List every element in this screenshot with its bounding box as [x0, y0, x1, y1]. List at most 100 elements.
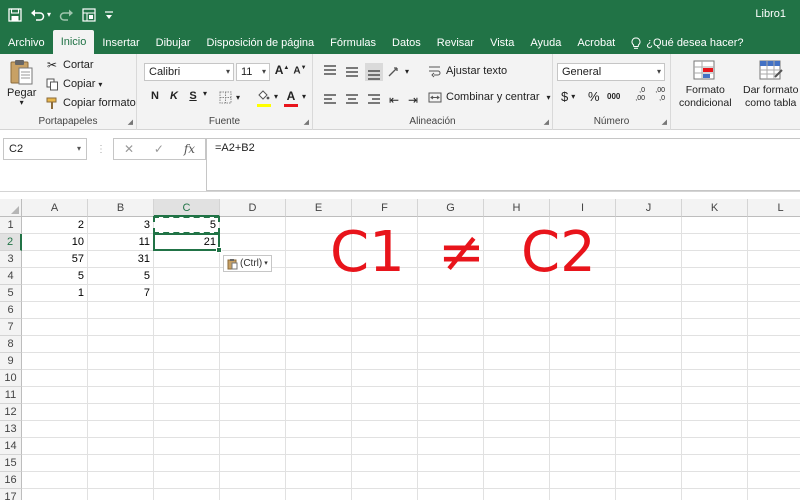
cell-b8[interactable]: [88, 336, 154, 353]
cell-c13[interactable]: [154, 421, 220, 438]
cell-g14[interactable]: [418, 438, 484, 455]
cell-a2[interactable]: 10: [22, 234, 88, 251]
cell-b14[interactable]: [88, 438, 154, 455]
cell-g5[interactable]: [418, 285, 484, 302]
copy-button[interactable]: Copiar ▾: [44, 76, 102, 92]
cell-l13[interactable]: [748, 421, 800, 438]
row-header-2[interactable]: 2: [0, 234, 22, 251]
column-header-h[interactable]: H: [484, 199, 550, 217]
cell-c3[interactable]: [154, 251, 220, 268]
cell-l8[interactable]: [748, 336, 800, 353]
cell-k1[interactable]: [682, 217, 748, 234]
cell-k11[interactable]: [682, 387, 748, 404]
cell-e16[interactable]: [286, 472, 352, 489]
cell-c5[interactable]: [154, 285, 220, 302]
tab-archivo[interactable]: Archivo: [0, 32, 53, 54]
cell-a5[interactable]: 1: [22, 285, 88, 302]
cell-a4[interactable]: 5: [22, 268, 88, 285]
cell-i6[interactable]: [550, 302, 616, 319]
column-header-g[interactable]: G: [418, 199, 484, 217]
cell-f6[interactable]: [352, 302, 418, 319]
cell-g12[interactable]: [418, 404, 484, 421]
cell-a11[interactable]: [22, 387, 88, 404]
cell-c17[interactable]: [154, 489, 220, 500]
cell-h10[interactable]: [484, 370, 550, 387]
cell-h9[interactable]: [484, 353, 550, 370]
cell-h8[interactable]: [484, 336, 550, 353]
decrease-font-button[interactable]: A▼: [292, 65, 308, 76]
cell-i15[interactable]: [550, 455, 616, 472]
fill-handle[interactable]: [216, 247, 222, 253]
cell-l14[interactable]: [748, 438, 800, 455]
tell-me-box[interactable]: ¿Qué desea hacer?: [623, 32, 751, 54]
cell-d5[interactable]: [220, 285, 286, 302]
underline-dropdown[interactable]: ▾: [203, 89, 207, 98]
cell-l10[interactable]: [748, 370, 800, 387]
cell-g7[interactable]: [418, 319, 484, 336]
cell-e15[interactable]: [286, 455, 352, 472]
cell-c10[interactable]: [154, 370, 220, 387]
column-header-d[interactable]: D: [220, 199, 286, 217]
cell-i17[interactable]: [550, 489, 616, 500]
conditional-format-button[interactable]: Formato condicional: [679, 59, 732, 109]
clipboard-launcher-icon[interactable]: ◢: [128, 118, 133, 126]
cell-h12[interactable]: [484, 404, 550, 421]
cell-c6[interactable]: [154, 302, 220, 319]
column-header-b[interactable]: B: [88, 199, 154, 217]
customize-icon[interactable]: [104, 5, 114, 25]
cell-g10[interactable]: [418, 370, 484, 387]
cell-d9[interactable]: [220, 353, 286, 370]
cell-i8[interactable]: [550, 336, 616, 353]
cell-i9[interactable]: [550, 353, 616, 370]
cell-k15[interactable]: [682, 455, 748, 472]
cell-d6[interactable]: [220, 302, 286, 319]
cell-k13[interactable]: [682, 421, 748, 438]
cell-h17[interactable]: [484, 489, 550, 500]
cell-i16[interactable]: [550, 472, 616, 489]
cell-g15[interactable]: [418, 455, 484, 472]
cell-k9[interactable]: [682, 353, 748, 370]
cell-b15[interactable]: [88, 455, 154, 472]
cell-l9[interactable]: [748, 353, 800, 370]
cell-a3[interactable]: 57: [22, 251, 88, 268]
cell-b7[interactable]: [88, 319, 154, 336]
cell-l7[interactable]: [748, 319, 800, 336]
column-header-l[interactable]: L: [748, 199, 800, 217]
cell-d1[interactable]: [220, 217, 286, 234]
column-header-j[interactable]: J: [616, 199, 682, 217]
cell-e14[interactable]: [286, 438, 352, 455]
increase-decimal-button[interactable]: ,0 ,00: [629, 87, 645, 103]
cell-c15[interactable]: [154, 455, 220, 472]
cell-e6[interactable]: [286, 302, 352, 319]
cell-a16[interactable]: [22, 472, 88, 489]
tab-ayuda[interactable]: Ayuda: [522, 32, 569, 54]
tab-formulas[interactable]: Fórmulas: [322, 32, 384, 54]
cell-k16[interactable]: [682, 472, 748, 489]
cell-b5[interactable]: 7: [88, 285, 154, 302]
cell-a15[interactable]: [22, 455, 88, 472]
cell-e5[interactable]: [286, 285, 352, 302]
cell-b13[interactable]: [88, 421, 154, 438]
cell-e10[interactable]: [286, 370, 352, 387]
cell-h15[interactable]: [484, 455, 550, 472]
cell-e17[interactable]: [286, 489, 352, 500]
cell-a14[interactable]: [22, 438, 88, 455]
cell-k14[interactable]: [682, 438, 748, 455]
cell-i14[interactable]: [550, 438, 616, 455]
row-header-17[interactable]: 17: [0, 489, 22, 500]
cell-f9[interactable]: [352, 353, 418, 370]
wrap-text-button[interactable]: Ajustar texto: [427, 63, 507, 79]
cell-c14[interactable]: [154, 438, 220, 455]
cell-b1[interactable]: 3: [88, 217, 154, 234]
cell-a10[interactable]: [22, 370, 88, 387]
cell-i11[interactable]: [550, 387, 616, 404]
row-header-10[interactable]: 10: [0, 370, 22, 387]
cell-e7[interactable]: [286, 319, 352, 336]
row-header-8[interactable]: 8: [0, 336, 22, 353]
cell-a6[interactable]: [22, 302, 88, 319]
cell-j17[interactable]: [616, 489, 682, 500]
cell-f8[interactable]: [352, 336, 418, 353]
column-header-k[interactable]: K: [682, 199, 748, 217]
cell-j16[interactable]: [616, 472, 682, 489]
cell-b6[interactable]: [88, 302, 154, 319]
